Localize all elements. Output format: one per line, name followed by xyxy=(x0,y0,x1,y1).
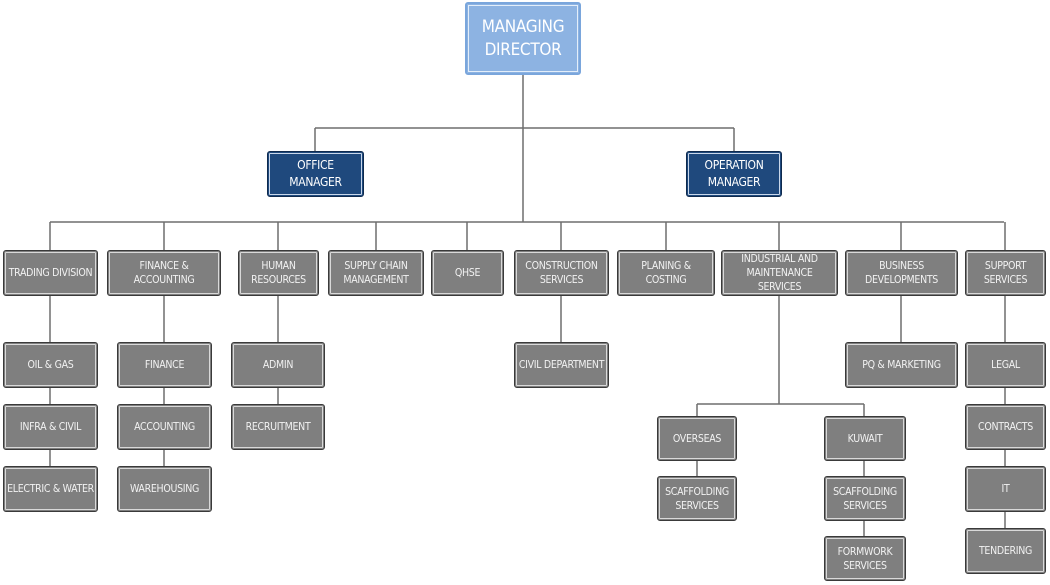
human-resources-box: HUMAN RESOURCES xyxy=(238,250,319,296)
qhse-box: QHSE xyxy=(431,250,504,296)
legal-box: LEGAL xyxy=(965,342,1046,388)
trading-division-box: TRADING DIVISION xyxy=(3,250,98,296)
industrial-maintenance-box: INDUSTRIAL AND MAINTENANCE SERVICES xyxy=(721,250,838,296)
contracts-box: CONTRACTS xyxy=(965,404,1046,450)
warehousing-box: WAREHOUSING xyxy=(117,466,212,512)
finance-accounting-box: FINANCE & ACCOUNTING xyxy=(107,250,221,296)
managing-director-box: MANAGING DIRECTOR xyxy=(465,2,581,75)
pq-marketing-box: PQ & MARKETING xyxy=(845,342,958,388)
operation-manager-box: OPERATION MANAGER xyxy=(686,151,782,197)
it-box: IT xyxy=(965,466,1046,512)
civil-department-box: CIVIL DEPARTMENT xyxy=(514,342,609,388)
electric-water-box: ELECTRIC & WATER xyxy=(3,466,98,512)
tendering-box: TENDERING xyxy=(965,528,1046,574)
business-developments-box: BUSINESS DEVELOPMENTS xyxy=(845,250,958,296)
support-services-box: SUPPORT SERVICES xyxy=(965,250,1046,296)
kuwait-box: KUWAIT xyxy=(824,416,906,461)
recruitment-box: RECRUITMENT xyxy=(231,404,325,450)
overseas-box: OVERSEAS xyxy=(657,416,737,461)
accounting-box: ACCOUNTING xyxy=(117,404,212,450)
oil-gas-box: OIL & GAS xyxy=(3,342,98,388)
infra-civil-box: INFRA & CIVIL xyxy=(3,404,98,450)
finance-box: FINANCE xyxy=(117,342,212,388)
office-manager-box: OFFICE MANAGER xyxy=(267,151,364,197)
construction-services-box: CONSTRUCTION SERVICES xyxy=(514,250,609,296)
planing-costing-box: PLANING & COSTING xyxy=(617,250,715,296)
overseas-scaffolding-box: SCAFFOLDING SERVICES xyxy=(657,476,737,521)
supply-chain-box: SUPPLY CHAIN MANAGEMENT xyxy=(328,250,424,296)
admin-box: ADMIN xyxy=(231,342,325,388)
kuwait-scaffolding-box: SCAFFOLDING SERVICES xyxy=(824,476,906,521)
formwork-services-box: FORMWORK SERVICES xyxy=(824,536,906,581)
